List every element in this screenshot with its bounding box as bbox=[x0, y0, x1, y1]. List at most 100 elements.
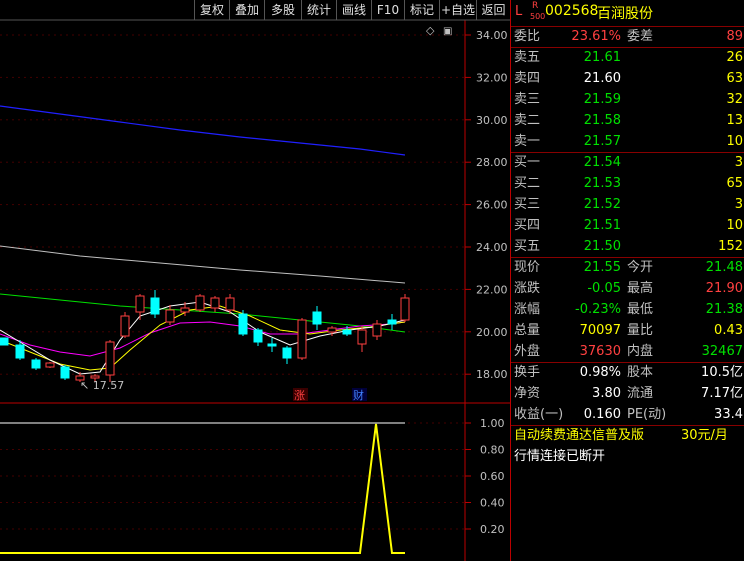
bid-volume: 3 bbox=[734, 155, 743, 170]
ask-row-2[interactable]: 卖三 21.59 32 bbox=[511, 89, 744, 110]
stat-value: -0.05 bbox=[587, 281, 621, 296]
candle-body[interactable] bbox=[210, 297, 220, 309]
ask-row-3[interactable]: 卖二 21.58 13 bbox=[511, 110, 744, 131]
candle-body[interactable] bbox=[342, 329, 352, 335]
candle-body[interactable] bbox=[282, 347, 292, 359]
fin-label: 净资 bbox=[514, 386, 541, 401]
candle-body[interactable] bbox=[105, 341, 115, 376]
stat-label: 涨幅 bbox=[514, 302, 541, 317]
bid-row-1[interactable]: 买二 21.53 65 bbox=[511, 173, 744, 194]
fin-label-2: 流通 bbox=[627, 386, 654, 401]
tag-fin[interactable]: 财 bbox=[353, 388, 364, 402]
market-tag-num: 500 bbox=[530, 12, 546, 21]
weibi-row[interactable]: 委比 23.61% 委差 89 bbox=[511, 26, 744, 47]
ma-yellow-line bbox=[0, 305, 406, 371]
price-tick-4: 26.00 bbox=[476, 199, 508, 212]
ask-label: 卖三 bbox=[514, 92, 541, 107]
candle-body[interactable] bbox=[195, 295, 205, 311]
stat-row-1[interactable]: 涨跌 -0.05 最高 21.90 bbox=[511, 278, 744, 299]
stock-header: L R 500 002568 百润股份 bbox=[511, 0, 744, 26]
bid-volume: 10 bbox=[726, 218, 743, 233]
stat-value-2: 0.43 bbox=[714, 323, 743, 338]
toolbar-button-1[interactable]: 叠加 bbox=[229, 0, 264, 20]
candle-body[interactable] bbox=[400, 297, 410, 321]
bid-label: 买二 bbox=[514, 176, 541, 191]
bid-row-0[interactable]: 买一 21.54 3 bbox=[511, 152, 744, 173]
candle-body[interactable] bbox=[165, 309, 175, 323]
indicator-line bbox=[0, 423, 405, 554]
bid-row-2[interactable]: 买三 21.52 3 bbox=[511, 194, 744, 215]
candle-body[interactable] bbox=[238, 313, 248, 335]
candle-body[interactable] bbox=[372, 323, 382, 337]
candle-body[interactable] bbox=[327, 327, 337, 333]
diamond-icon[interactable]: ◇ bbox=[426, 24, 435, 37]
stat-row-2[interactable]: 涨幅 -0.23% 最低 21.38 bbox=[511, 299, 744, 320]
candle-body[interactable] bbox=[15, 344, 25, 359]
candle-body[interactable] bbox=[387, 319, 397, 325]
tag-up[interactable]: 涨 bbox=[294, 389, 305, 402]
candle-body[interactable] bbox=[267, 343, 277, 347]
low-price-label: ↖ 17.57 bbox=[80, 379, 124, 392]
bid-price: 21.52 bbox=[583, 197, 621, 212]
connection-status: 行情连接已断开 bbox=[514, 449, 606, 464]
toolbar-button-4[interactable]: 画线 bbox=[336, 0, 371, 20]
candle-body[interactable] bbox=[150, 297, 160, 315]
toolbar-button-8[interactable]: 返回 bbox=[476, 0, 510, 20]
toolbar-button-3[interactable]: 统计 bbox=[301, 0, 336, 20]
ask-row-0[interactable]: 卖五 21.61 26 bbox=[511, 47, 744, 68]
ask-row-1[interactable]: 卖四 21.60 63 bbox=[511, 68, 744, 89]
candle-body[interactable] bbox=[0, 337, 9, 346]
stat-label: 总量 bbox=[514, 323, 541, 338]
toolbar-button-7[interactable]: +自选 bbox=[439, 0, 476, 20]
promo-row[interactable]: 自动续费通达信普及版 30元/月 bbox=[511, 425, 744, 446]
fin-row-1[interactable]: 净资 3.80 流通 7.17亿 bbox=[511, 383, 744, 404]
candle-body[interactable] bbox=[312, 311, 322, 325]
kline-chart[interactable]: 34.00 32.00 30.00 28.00 26.00 24.00 22.00 20.00… bbox=[0, 0, 510, 561]
candle-body[interactable] bbox=[357, 329, 367, 345]
stat-value-2: 21.48 bbox=[705, 260, 743, 275]
bid-volume: 65 bbox=[726, 176, 743, 191]
price-tick-5: 24.00 bbox=[476, 241, 508, 254]
bid-volume: 3 bbox=[734, 197, 743, 212]
ask-row-4[interactable]: 卖一 21.57 10 bbox=[511, 131, 744, 152]
toolbar-button-0[interactable]: 复权 bbox=[194, 0, 229, 20]
stat-row-4[interactable]: 外盘 37630 内盘 32467 bbox=[511, 341, 744, 362]
candle-body[interactable] bbox=[180, 307, 190, 313]
candle-body[interactable] bbox=[253, 329, 263, 343]
fin-label-2: PE(动) bbox=[627, 407, 667, 422]
candle-body[interactable] bbox=[60, 366, 70, 379]
bid-label: 买四 bbox=[514, 218, 541, 233]
ask-price: 21.61 bbox=[583, 50, 621, 65]
weicha-value: 89 bbox=[726, 29, 743, 44]
price-tick-0: 34.00 bbox=[476, 29, 508, 42]
candle-body[interactable] bbox=[120, 315, 130, 337]
bid-row-3[interactable]: 买四 21.51 10 bbox=[511, 215, 744, 236]
status-row[interactable]: 行情连接已断开 bbox=[511, 446, 744, 467]
bid-price: 21.50 bbox=[583, 239, 621, 254]
stat-value: 70097 bbox=[579, 323, 621, 338]
indicator-tick-1: 0.80 bbox=[480, 444, 505, 457]
panel-close-icon[interactable]: ▣ bbox=[443, 26, 452, 37]
fin-row-2[interactable]: 收益(一) 0.160 PE(动) 33.4 bbox=[511, 404, 744, 425]
stat-row-0[interactable]: 现价 21.55 今开 21.48 bbox=[511, 257, 744, 278]
candlesticks[interactable] bbox=[0, 290, 410, 382]
quote-panel: L R 500 002568 百润股份 委比 23.61% 委差 89 卖五 21.61 2… bbox=[510, 0, 744, 561]
candle-body[interactable] bbox=[31, 359, 41, 369]
toolbar-button-5[interactable]: F10 bbox=[371, 0, 404, 20]
candle-body[interactable] bbox=[225, 297, 235, 311]
market-tag-r: R bbox=[532, 1, 539, 11]
bid-row-4[interactable]: 买五 21.50 152 bbox=[511, 236, 744, 257]
toolbar-button-6[interactable]: 标记 bbox=[404, 0, 439, 20]
ask-volume: 32 bbox=[726, 92, 743, 107]
bid-volume: 152 bbox=[718, 239, 743, 254]
fin-row-0[interactable]: 换手 0.98% 股本 10.5亿 bbox=[511, 362, 744, 383]
toolbar-button-2[interactable]: 多股 bbox=[264, 0, 301, 20]
candle-body[interactable] bbox=[135, 295, 145, 313]
ask-price: 21.60 bbox=[583, 71, 621, 86]
candle-body[interactable] bbox=[297, 319, 307, 359]
stat-row-3[interactable]: 总量 70097 量比 0.43 bbox=[511, 320, 744, 341]
price-tick-8: 18.00 bbox=[476, 368, 508, 381]
candle-body[interactable] bbox=[90, 375, 100, 379]
stat-label-2: 量比 bbox=[627, 323, 654, 338]
candle-body[interactable] bbox=[45, 362, 55, 368]
